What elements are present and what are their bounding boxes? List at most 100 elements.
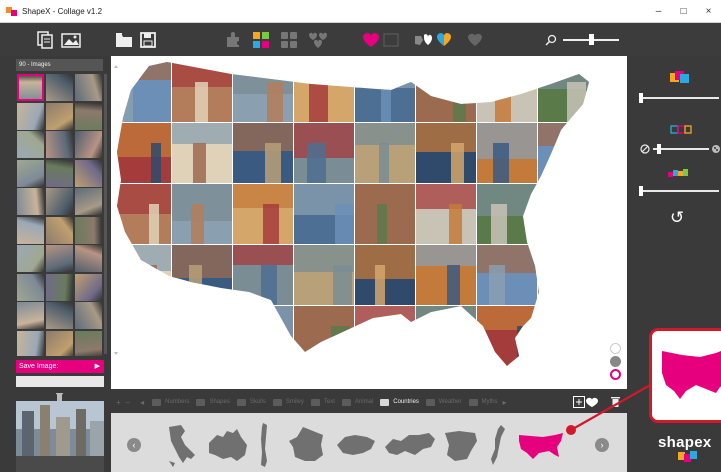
color-knob[interactable]	[639, 186, 643, 196]
category-myths[interactable]: Myths	[468, 398, 498, 406]
thumbnail[interactable]	[17, 131, 45, 158]
minimize-button[interactable]: –	[646, 0, 671, 23]
category-numbers[interactable]: Numbers	[152, 398, 189, 406]
shape-norway[interactable]	[489, 423, 507, 467]
thumbnail[interactable]	[45, 188, 74, 215]
thumbnail[interactable]	[74, 188, 102, 215]
maximize-button[interactable]: □	[671, 0, 696, 23]
shape-spain[interactable]	[441, 427, 481, 463]
photo-tiles	[117, 62, 589, 366]
spacing-knob[interactable]	[657, 144, 661, 154]
thumbnail[interactable]	[74, 102, 102, 130]
canvas-scrollbar[interactable]	[114, 65, 118, 355]
frame-icon[interactable]	[383, 30, 399, 50]
copy-icon[interactable]	[36, 30, 54, 50]
thumbnail[interactable]	[17, 159, 45, 187]
shape-switzerland[interactable]	[335, 431, 377, 459]
grid-layout-icon[interactable]	[280, 30, 298, 50]
save-image-row[interactable]: Save Image: ▶	[16, 360, 104, 373]
image-count-knob[interactable]	[639, 93, 643, 103]
puzzle-shape-icon[interactable]	[224, 30, 242, 50]
thumbnail[interactable]	[45, 74, 74, 101]
thumbnail[interactable]	[74, 245, 102, 272]
shapes-next-button[interactable]: ›	[595, 438, 609, 452]
collage-canvas[interactable]	[111, 56, 627, 389]
thumbnail[interactable]	[17, 188, 45, 215]
thumbnail-scrollbar[interactable]	[104, 74, 107, 354]
hearts-layout-icon[interactable]	[308, 30, 328, 50]
category-next-icon[interactable]: ▸	[503, 398, 507, 407]
save-image-arrow-icon[interactable]: ▶	[95, 360, 100, 373]
thumbnail[interactable]	[45, 159, 74, 187]
category-skulls[interactable]: Skulls	[236, 398, 266, 406]
add-images-icon[interactable]	[61, 30, 83, 50]
photo-tile-detail	[117, 62, 171, 80]
spacing-slider[interactable]	[653, 148, 709, 150]
category-prev-icon[interactable]: ◂	[140, 398, 144, 407]
photo-tile-detail	[172, 306, 232, 335]
thumbnail[interactable]	[45, 102, 74, 130]
thumbnail[interactable]	[45, 216, 74, 244]
shape-chile[interactable]	[257, 421, 271, 469]
thumbnail[interactable]	[17, 102, 45, 130]
photo-tile-detail	[416, 62, 476, 95]
thumbnail[interactable]	[45, 330, 74, 356]
thumbnail[interactable]	[17, 302, 45, 329]
save-icon[interactable]	[140, 30, 156, 50]
shape-usa-selected[interactable]	[517, 431, 565, 461]
heart-outline-icon[interactable]	[467, 30, 483, 50]
thumbnail[interactable]	[17, 74, 45, 101]
thumbnail[interactable]	[45, 131, 74, 158]
shapes-prev-button[interactable]: ‹	[127, 438, 141, 452]
category-shapes[interactable]: Shapes	[196, 398, 230, 406]
photo-tile-detail	[151, 143, 161, 183]
photo-tile-detail	[493, 143, 509, 183]
thumbnail[interactable]	[17, 273, 45, 301]
thumbnail[interactable]	[45, 245, 74, 272]
close-button[interactable]: ×	[696, 0, 721, 23]
thumbnail[interactable]	[74, 273, 102, 301]
category-countries[interactable]: Countries	[380, 398, 419, 406]
category-text[interactable]: Text	[310, 398, 335, 406]
undo-icon[interactable]: ↺	[670, 208, 684, 228]
thumbnail[interactable]	[74, 216, 102, 244]
photo-tile-detail	[445, 326, 458, 366]
color-grid-icon[interactable]	[252, 30, 270, 50]
thumbnail[interactable]	[74, 159, 102, 187]
shape-mask-icon[interactable]	[412, 30, 434, 50]
trash-icon[interactable]	[55, 392, 64, 401]
add-icon[interactable]: +	[116, 398, 121, 407]
photo-tile-detail	[377, 204, 387, 244]
open-folder-icon[interactable]	[115, 30, 133, 50]
color-slider[interactable]	[639, 190, 719, 192]
shape-france[interactable]	[287, 425, 327, 465]
thumbnail[interactable]	[45, 273, 74, 301]
minus-icon[interactable]: –	[126, 398, 130, 407]
thumbnail[interactable]	[74, 131, 102, 158]
thumbnail[interactable]	[17, 216, 45, 244]
category-weather[interactable]: Weather	[425, 398, 462, 406]
thumbnail[interactable]	[17, 245, 45, 272]
zoom-icon[interactable]	[544, 30, 558, 50]
category-animal[interactable]: Animal	[341, 398, 373, 406]
shape-australia[interactable]	[205, 427, 249, 463]
photo-tile-detail	[117, 306, 171, 328]
thumbnail[interactable]	[74, 302, 102, 329]
shape-russia[interactable]	[383, 429, 437, 459]
category-label: Text	[323, 399, 335, 405]
photo-tile-detail	[233, 62, 293, 94]
image-count-slider[interactable]	[639, 97, 719, 99]
photo-tile	[538, 184, 589, 244]
thumbnail[interactable]	[45, 302, 74, 329]
color-heart-icon[interactable]	[436, 30, 452, 50]
save-path-field[interactable]	[16, 376, 104, 387]
thumbnail[interactable]	[17, 330, 45, 356]
photo-tile-detail	[263, 204, 279, 244]
category-smiley[interactable]: Smiley	[272, 398, 304, 406]
zoom-slider-knob[interactable]	[589, 34, 594, 45]
thumbnail[interactable]	[74, 330, 102, 356]
shape-italy[interactable]	[161, 423, 201, 469]
heart-shape-icon[interactable]	[362, 30, 380, 50]
thumbnail[interactable]	[74, 74, 102, 101]
logo-blocks-icon	[678, 451, 697, 462]
